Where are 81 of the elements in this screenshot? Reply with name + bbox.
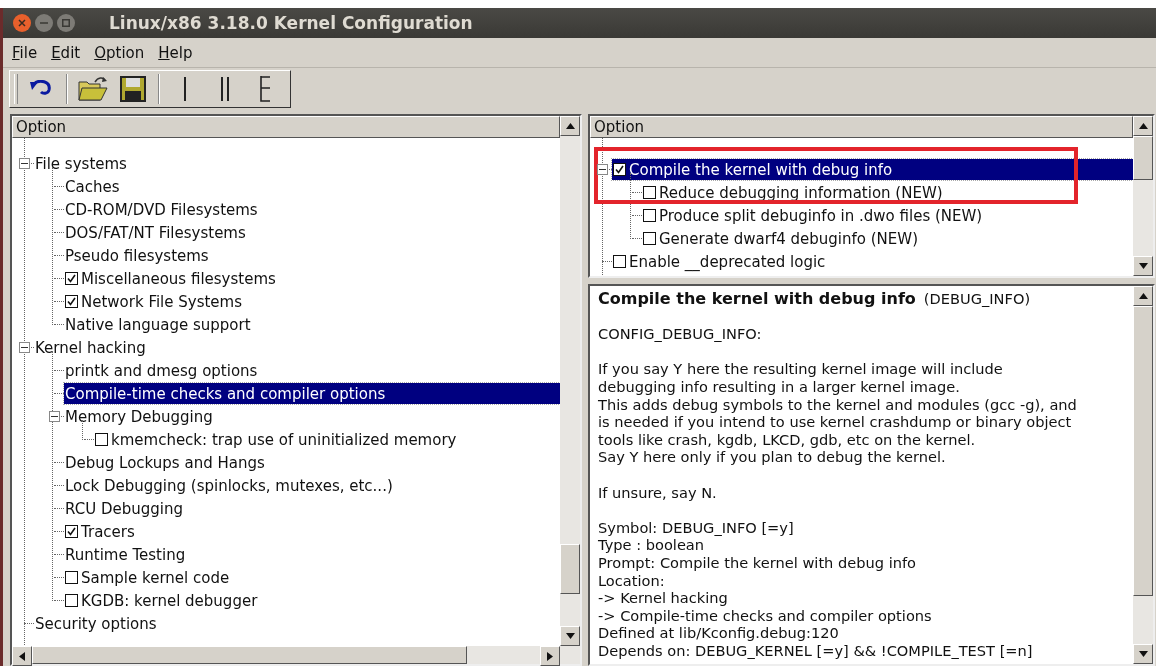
help-paragraph: CONFIG_DEBUG_INFO: [598,325,763,343]
tree-item[interactable]: Native language support [64,314,253,335]
checkbox[interactable] [613,163,626,176]
window-title: Linux/x86 3.18.0 Kernel Configuration [109,13,473,33]
tree-item[interactable]: Reduce debugging information (NEW) [642,182,945,203]
minimize-icon [40,22,48,24]
menu-item[interactable]: File [7,41,43,64]
tree-item[interactable]: Miscellaneous filesystems [64,268,278,289]
undo-icon [29,80,53,98]
scrollbar-thumb[interactable] [560,544,580,594]
scroll-up-icon [1138,293,1148,299]
tree-item[interactable]: printk and dmesg options [64,360,260,381]
tree-item[interactable]: DOS/FAT/NT Filesystems [64,222,248,243]
maximize-icon [62,19,70,27]
tree-item[interactable]: Memory Debugging [64,406,215,427]
tree-lines-icon [259,76,271,102]
checkbox[interactable] [65,571,78,584]
scroll-up-icon [1138,123,1148,129]
tree-item[interactable]: Kernel hacking [34,337,148,358]
scrollbar[interactable] [560,116,580,646]
scroll-down-icon [565,633,575,639]
tree-item[interactable]: Compile-time checks and compiler options [64,383,560,404]
scroll-right-icon [547,651,553,661]
checkbox[interactable] [643,186,656,199]
checkbox[interactable] [643,209,656,222]
maximize-button[interactable] [57,14,75,32]
checkbox[interactable] [95,433,108,446]
single-line-icon [183,77,187,101]
menu-item[interactable]: Help [153,41,198,64]
help-paragraph: If you say Y here the resulting kernel image will include debugging info resulting in a larger kernel image. This adds debug symbols to the kernel and modules (gcc -g), and is needed if you intend to use kernel crashdump or binary object tools like crash, kgdb, LKCD, gdb, etc on the kernel. Say Y here only if you plan to debug the kernel. [598,360,1078,466]
folder-icon [78,76,108,102]
checkbox[interactable] [65,594,78,607]
symbol-name: (DEBUG_INFO) [923,290,1031,308]
horizontal-scrollbar[interactable] [12,646,580,664]
tree-item[interactable]: Pseudo filesystems [64,245,211,266]
scroll-left-icon [19,651,25,661]
scrollbar-thumb[interactable] [1133,306,1153,596]
tree-item[interactable]: CD-ROM/DVD Filesystems [64,199,260,220]
tree-item[interactable]: Compile the kernel with debug info [612,159,1133,180]
tree-item[interactable]: Runtime Testing [64,544,188,565]
collapse-icon[interactable] [597,164,608,175]
scrollbar[interactable] [1133,286,1153,664]
tree-item[interactable]: Caches [64,176,122,197]
tree-item[interactable]: Sample kernel code [64,567,232,588]
scrollbar-thumb[interactable] [32,646,467,664]
tree-item[interactable]: Security options [34,613,159,634]
tree-item[interactable]: File systems [34,153,129,174]
help-title: Compile the kernel with debug info [598,290,916,308]
tree-item[interactable]: Enable __deprecated logic [612,251,828,272]
minimize-button[interactable] [35,14,53,32]
help-paragraph: Symbol: DEBUG_INFO [=y] Type : boolean Prompt: Compile the kernel with debug info Location: -> Kernel hacking -> Compile-time checks and compiler options Defined at lib/Kconfig.debug:120 Depends on: DEBUG_KERNEL [=y] && !COMPILE_TEST [=n] [598,518,1034,660]
checkbox[interactable] [613,255,626,268]
checkbox[interactable] [65,272,78,285]
collapse-icon[interactable] [19,342,30,353]
checkbox[interactable] [643,232,656,245]
tree-item[interactable]: Generate dwarf4 debuginfo (NEW) [642,228,920,249]
scroll-up-icon [565,123,575,129]
tree-item[interactable]: Tracers [64,521,137,542]
collapse-icon[interactable] [19,158,30,169]
collapse-icon[interactable] [49,411,60,422]
tree-item[interactable]: RCU Debugging [64,498,185,519]
scroll-down-icon [1138,263,1148,269]
help-paragraph: If unsure, say N. [598,483,718,502]
scrollbar-thumb[interactable] [1133,136,1153,180]
scroll-down-icon [1138,651,1148,657]
checkbox[interactable] [65,295,78,308]
menu-item[interactable]: Edit [46,41,86,64]
menu-item[interactable]: Option [89,41,150,64]
tree-item[interactable]: Produce split debuginfo in .dwo files (NEW) [642,205,985,226]
tree-item[interactable]: KGDB: kernel debugger [64,590,260,611]
close-button[interactable] [13,14,31,32]
column-header[interactable]: Option [12,116,560,138]
close-icon [18,19,26,27]
tree-item[interactable]: Debug Lockups and Hangs [64,452,267,473]
tree-item[interactable]: Lock Debugging (spinlocks, mutexes, etc...) [64,475,395,496]
tree-item[interactable]: Network File Systems [64,291,244,312]
double-line-icon [220,77,230,101]
scrollbar[interactable] [1133,116,1153,276]
checkbox[interactable] [65,525,78,538]
column-header[interactable]: Option [590,116,1133,138]
tree-item[interactable]: kmemcheck: trap use of uninitialized memory [94,429,459,450]
